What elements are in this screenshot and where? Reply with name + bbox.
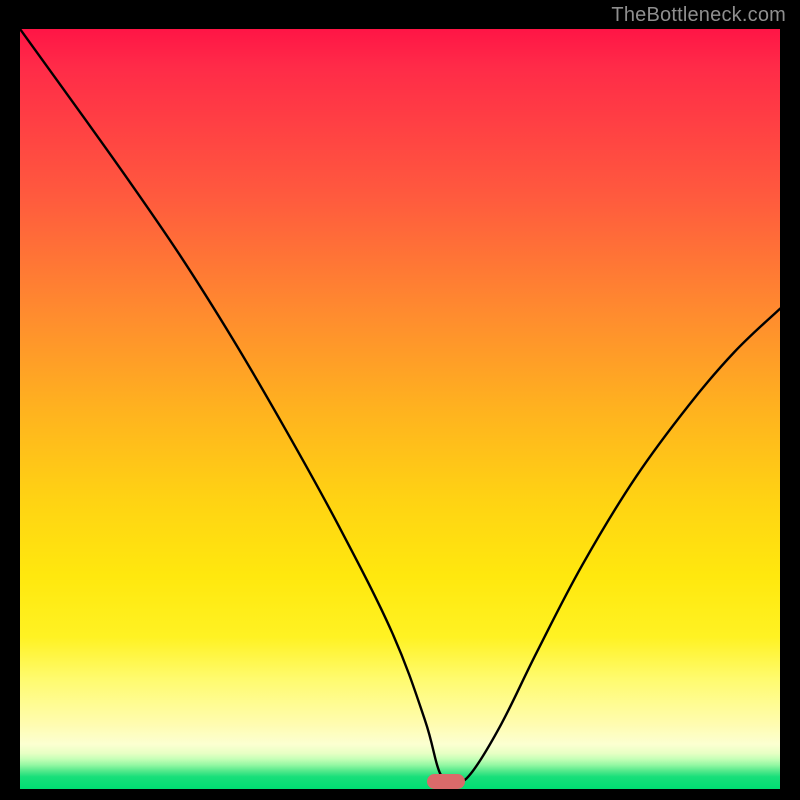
optimum-marker	[427, 774, 465, 789]
plot-area	[20, 29, 780, 789]
curve-layer	[20, 29, 780, 789]
watermark-text: TheBottleneck.com	[611, 4, 786, 27]
chart-frame: TheBottleneck.com	[0, 0, 800, 800]
bottleneck-curve	[20, 29, 780, 782]
